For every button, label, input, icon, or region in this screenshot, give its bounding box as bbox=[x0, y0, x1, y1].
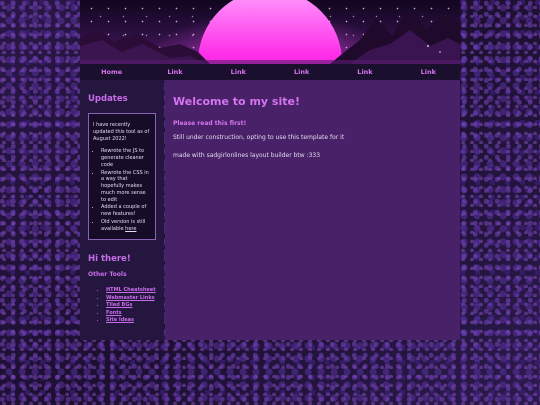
updates-list: Rewrote the JS to generate cleaner code … bbox=[93, 148, 151, 232]
updates-box: I have recently updated this tool as of … bbox=[88, 113, 156, 241]
main-paragraph-1: Still under construction, opting to use … bbox=[173, 134, 345, 141]
nav-link-5[interactable]: Link bbox=[401, 68, 456, 76]
tools-list-item: Fonts bbox=[106, 310, 156, 318]
hi-there-heading: Hi there! bbox=[88, 254, 131, 265]
tool-link-site-ideas[interactable]: Site Ideas bbox=[106, 317, 134, 323]
tools-list-item: Webmaster Links bbox=[106, 295, 156, 303]
page-title: Welcome to my site! bbox=[173, 95, 300, 108]
sidebar: Updates I have recently updated this too… bbox=[80, 80, 164, 340]
nav-link-4[interactable]: Link bbox=[337, 68, 392, 76]
synthwave-sun-banner bbox=[80, 0, 460, 64]
other-tools-heading: Other Tools bbox=[88, 271, 127, 279]
top-navigation: Home Link Link Link Link Link bbox=[80, 64, 460, 80]
updates-heading: Updates bbox=[88, 94, 128, 104]
tools-list-item: HTML Cheatsheet bbox=[106, 287, 156, 295]
main-paragraph-2: made with sadgirlonlines layout builder … bbox=[173, 152, 321, 159]
updates-intro: I have recently updated this tool as of … bbox=[93, 122, 150, 142]
tools-list-item: Tiled BGs bbox=[106, 302, 156, 310]
tool-link-webmaster-links[interactable]: Webmaster Links bbox=[106, 295, 155, 301]
tools-list: HTML Cheatsheet Webmaster Links Tiled BG… bbox=[88, 287, 156, 325]
page-subtitle: Please read this first! bbox=[173, 120, 247, 127]
updates-list-item: Rewrote the CSS in a way that hopefully … bbox=[101, 170, 151, 204]
nav-link-1[interactable]: Link bbox=[147, 68, 202, 76]
nav-home[interactable]: Home bbox=[84, 68, 139, 76]
header-banner bbox=[80, 0, 460, 64]
tool-link-tiled-bgs[interactable]: Tiled BGs bbox=[106, 302, 132, 308]
nav-link-3[interactable]: Link bbox=[274, 68, 329, 76]
main-content: Welcome to my site! Please read this fir… bbox=[165, 80, 460, 340]
old-version-link[interactable]: here bbox=[125, 226, 136, 232]
updates-list-item: Added a couple of new features! bbox=[101, 204, 151, 218]
updates-list-item: Rewrote the JS to generate cleaner code bbox=[101, 148, 151, 168]
tools-list-item: Site Ideas bbox=[106, 317, 156, 325]
tool-link-fonts[interactable]: Fonts bbox=[106, 310, 122, 316]
tool-link-html-cheatsheet[interactable]: HTML Cheatsheet bbox=[106, 287, 156, 293]
site-wrapper: Home Link Link Link Link Link Updates I … bbox=[80, 0, 460, 340]
updates-list-item-old-version: Old version is still available here bbox=[101, 219, 151, 233]
nav-link-2[interactable]: Link bbox=[211, 68, 266, 76]
old-version-text: Old version is still available bbox=[101, 218, 146, 232]
